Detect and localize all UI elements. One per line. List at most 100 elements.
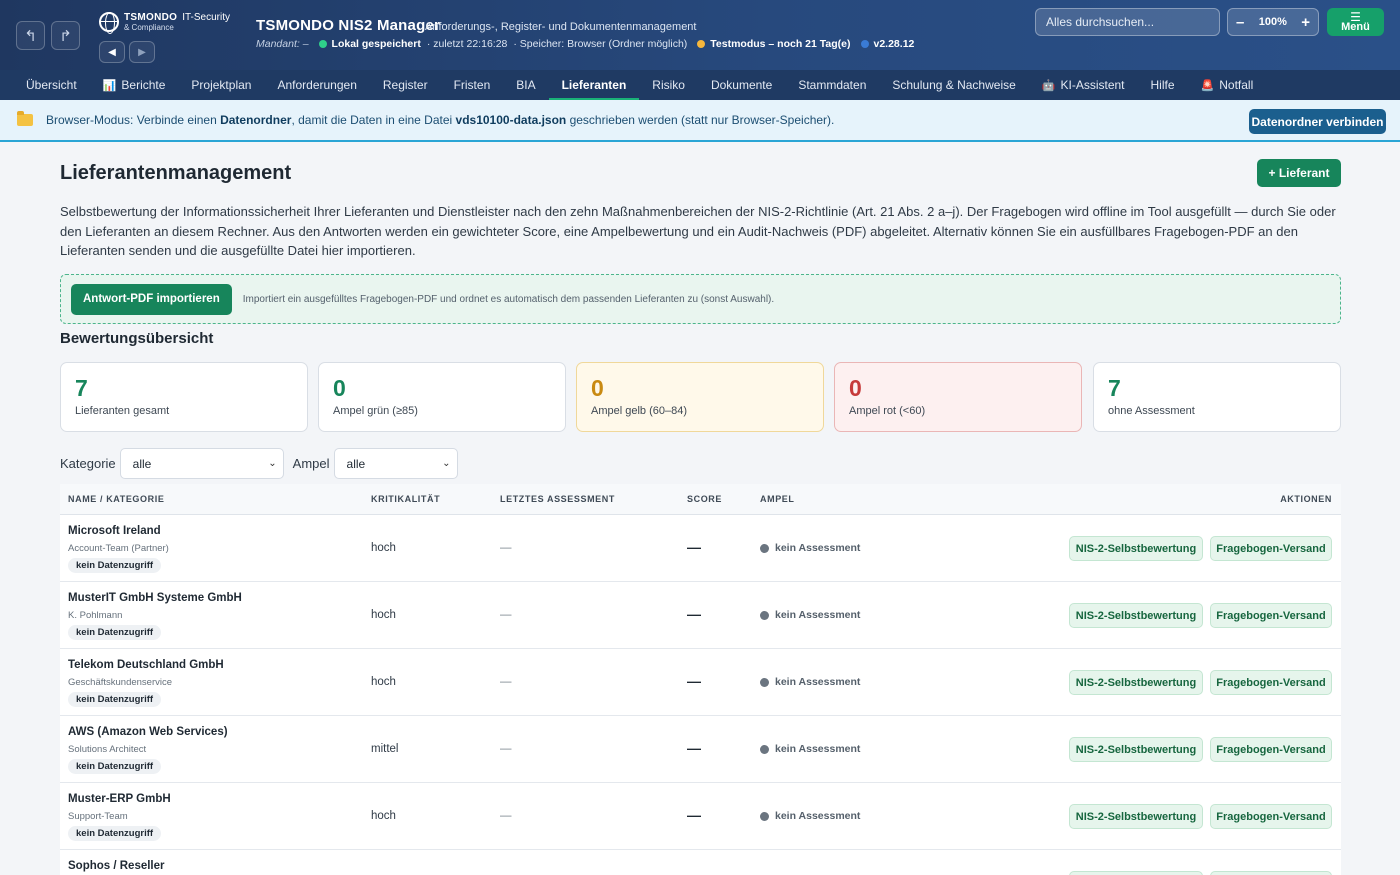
status-dot-icon (760, 543, 769, 553)
supplier-contact: K. Pohlmann (68, 610, 123, 621)
tab-schulung-nachweise[interactable]: Schulung & Nachweise (879, 70, 1028, 100)
kpi-label: ohne Assessment (1108, 405, 1195, 417)
tab-fristen[interactable]: Fristen (441, 70, 504, 100)
folder-icon (17, 111, 33, 126)
table-row[interactable]: AWS (Amazon Web Services) Solutions Archi… (60, 716, 1341, 783)
tab-label: Dokumente (710, 78, 773, 92)
kpi-card: 0 Ampel grün (≥85) (318, 362, 566, 432)
self-assessment-button[interactable]: NIS-2-Selbstbewertung (1069, 536, 1203, 561)
zoom-value: 100% (1258, 16, 1287, 28)
overview-title: Bewertungsübersicht (60, 330, 214, 347)
self-assessment-button[interactable]: NIS-2-Selbstbewertung (1069, 737, 1203, 762)
table-row[interactable]: Telekom Deutschland GmbH Geschäftskundens… (60, 649, 1341, 716)
tab-ki-assistent[interactable]: 🤖 KI-Assistent (1029, 70, 1138, 100)
ampel-status: kein Assessment (760, 609, 860, 621)
supplier-name[interactable]: Telekom Deutschland GmbH (68, 659, 224, 671)
menu-button[interactable]: ☰ Menü (1327, 8, 1384, 36)
import-hint: Importiert ein ausgefülltes Fragebogen-P… (242, 293, 775, 305)
self-assessment-button[interactable]: NIS-2-Selbstbewertung (1069, 603, 1203, 628)
col-last-assessment[interactable]: LETZTES ASSESSMENT (500, 494, 615, 504)
self-assessment-button[interactable]: NIS-2-Selbstbewertung (1069, 871, 1203, 875)
supplier-name[interactable]: Microsoft Ireland (68, 525, 161, 537)
col-name[interactable]: NAME / KATEGORIE (68, 494, 164, 504)
tab-bia[interactable]: BIA (503, 70, 548, 100)
table-row[interactable]: Sophos / Reseller NIS-2-Selbstbewertung Fr… (60, 850, 1341, 875)
undo-button[interactable]: ↰ (16, 21, 45, 50)
table-row[interactable]: Muster-ERP GmbH Support-Team kein Datenzug… (60, 783, 1341, 850)
redo-button[interactable]: ↱ (51, 21, 80, 50)
chevron-down-icon: ⌄ (268, 458, 277, 469)
col-score[interactable]: SCORE (687, 494, 722, 504)
app-title: TSMONDO NIS2 Manager (256, 17, 441, 34)
tab-hilfe[interactable]: Hilfe (1138, 70, 1188, 100)
tab-stammdaten[interactable]: Stammdaten (785, 70, 879, 100)
zoom-in-button[interactable]: + (1301, 14, 1310, 31)
last-assessment-value: — (500, 676, 512, 688)
tab-notfall[interactable]: 🚨 Notfall (1188, 70, 1267, 100)
banner-text: Browser-Modus: Verbinde einen Datenordne… (46, 113, 835, 127)
main-tabs: Übersicht 📊 Berichte Projektplan Anforderung… (0, 70, 1400, 100)
table-row[interactable]: Microsoft Ireland Account-Team (Partner) k… (60, 515, 1341, 582)
questionnaire-send-button[interactable]: Fragebogen-Versand (1210, 536, 1332, 561)
last-assessment-value: — (500, 542, 512, 554)
ampel-filter-label: Ampel (292, 456, 330, 471)
tab-risiko[interactable]: Risiko (639, 70, 698, 100)
kpi-label: Ampel grün (≥85) (333, 405, 418, 417)
criticality-value: mittel (371, 743, 399, 755)
browser-mode-banner: Browser-Modus: Verbinde einen Datenordne… (0, 100, 1400, 142)
supplier-name[interactable]: Sophos / Reseller (68, 860, 165, 872)
tab-dokumente[interactable]: Dokumente (698, 70, 785, 100)
version-label: v2.28.12 (873, 38, 915, 50)
add-supplier-button[interactable]: + Lieferant (1257, 159, 1341, 187)
category-filter-select[interactable]: alle ⌄ (119, 448, 284, 479)
import-pdf-button[interactable]: Antwort-PDF importieren (71, 283, 232, 315)
table-header: NAME / KATEGORIE KRITIKALITÄT LETZTES AS… (60, 484, 1341, 515)
questionnaire-send-button[interactable]: Fragebogen-Versand (1210, 871, 1332, 875)
connect-data-folder-button[interactable]: Datenordner verbinden (1249, 109, 1386, 134)
ampel-filter-select[interactable]: alle ⌄ (333, 448, 458, 479)
kpi-label: Lieferanten gesamt (75, 405, 170, 417)
kpi-card: 0 Ampel rot (<60) (834, 362, 1082, 432)
zoom-out-button[interactable]: – (1236, 14, 1244, 31)
status-storage: · Speicher: Browser (Ordner möglich) (513, 38, 688, 50)
supplier-name[interactable]: AWS (Amazon Web Services) (68, 726, 228, 738)
tab-projektplan[interactable]: Projektplan (178, 70, 264, 100)
status-line: Mandant: – Lokal gespeichert · zuletzt 2… (256, 38, 920, 50)
score-value: — (687, 740, 701, 756)
ampel-status: kein Assessment (760, 676, 860, 688)
table-row[interactable]: MusterIT GmbH Systeme GmbH K. Pohlmann kei… (60, 582, 1341, 649)
forward-button[interactable]: ▶ (129, 41, 155, 63)
ampel-filter-value: alle (346, 456, 366, 471)
col-criticality[interactable]: KRITIKALITÄT (371, 494, 440, 504)
self-assessment-button[interactable]: NIS-2-Selbstbewertung (1069, 804, 1203, 829)
status-test-mode: Testmodus – noch 21 Tag(e) (710, 38, 851, 50)
tab-berichte[interactable]: 📊 Berichte (90, 70, 179, 100)
questionnaire-send-button[interactable]: Fragebogen-Versand (1210, 603, 1332, 628)
undo-icon: ↰ (24, 27, 37, 45)
page-title: Lieferantenmanagement (60, 162, 292, 184)
tab-anforderungen[interactable]: Anforderungen (264, 70, 369, 100)
global-search-input[interactable] (1035, 8, 1220, 36)
app-subtitle: Anforderungs-, Register- und Dokumentenm… (425, 21, 697, 33)
questionnaire-send-button[interactable]: Fragebogen-Versand (1210, 670, 1332, 695)
data-access-badge: kein Datenzugriff (68, 826, 162, 841)
self-assessment-button[interactable]: NIS-2-Selbstbewertung (1069, 670, 1203, 695)
questionnaire-send-button[interactable]: Fragebogen-Versand (1210, 804, 1332, 829)
tab-register[interactable]: Register (370, 70, 441, 100)
supplier-name[interactable]: MusterIT GmbH Systeme GmbH (68, 592, 242, 604)
supplier-name[interactable]: Muster-ERP GmbH (68, 793, 171, 805)
tab-übersicht[interactable]: Übersicht (13, 70, 90, 100)
tab-label: Schulung & Nachweise (892, 78, 1016, 92)
tab-lieferanten[interactable]: Lieferanten (548, 70, 640, 100)
kpi-label: Ampel gelb (60–84) (591, 405, 688, 417)
triangle-left-icon: ◀ (108, 46, 116, 58)
kpi-value: 0 (591, 375, 604, 401)
kpi-card: 0 Ampel gelb (60–84) (576, 362, 824, 432)
tab-label: Fristen (453, 78, 491, 92)
col-ampel[interactable]: AMPEL (760, 494, 795, 504)
tab-label: Anforderungen (277, 78, 357, 92)
back-button[interactable]: ◀ (99, 41, 125, 63)
questionnaire-send-button[interactable]: Fragebogen-Versand (1210, 737, 1332, 762)
tab-label: Notfall (1219, 78, 1254, 92)
criticality-value: hoch (371, 609, 396, 621)
